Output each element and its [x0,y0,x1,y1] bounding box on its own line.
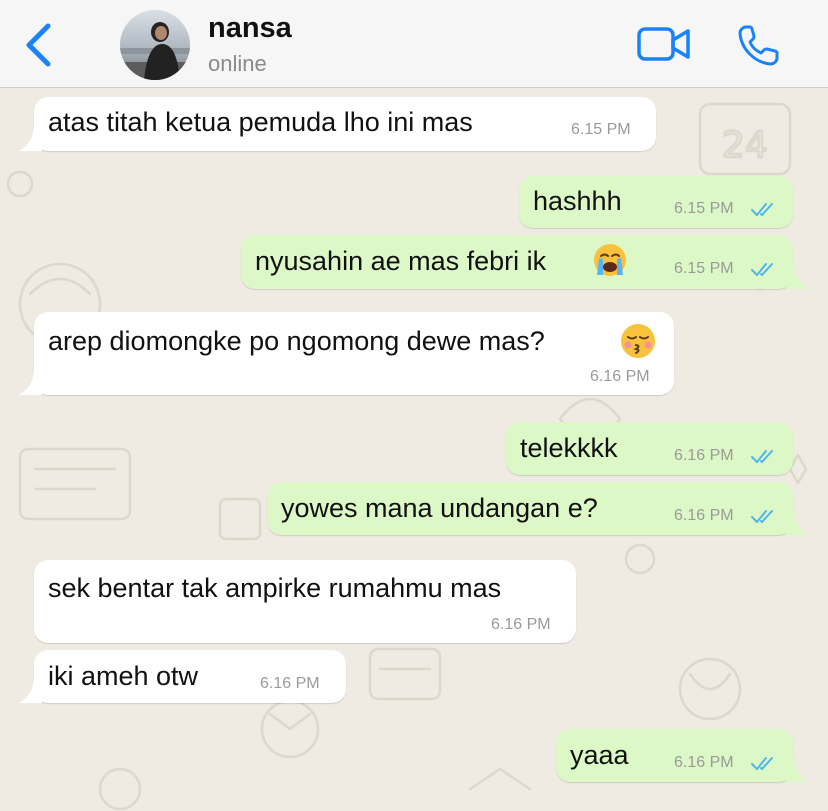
message-time: 6.16 PM [674,754,734,771]
chat-area[interactable]: 24 atas titah ketua pemuda lho ini mas 6… [0,89,828,811]
message-text: atas titah ketua pemuda lho ini mas [48,107,473,137]
read-receipt-icon [751,510,773,523]
message-bubble-outgoing[interactable]: yaaa 6.16 PM [556,729,793,782]
message-text: yaaa [570,740,629,770]
bubble-tail [18,127,42,151]
message-time: 6.16 PM [674,447,734,464]
message-text: hashhh [533,186,622,216]
chat-header: nansa online [0,0,828,88]
chevron-left-icon [26,23,51,67]
message-text: arep diomongke po ngomong dewe mas? [48,326,545,356]
video-camera-icon [637,27,690,61]
read-receipt-icon [751,450,773,463]
message-text: telekkkk [520,433,618,463]
bubble-tail [786,265,810,289]
back-button[interactable] [20,22,60,68]
message-bubble-outgoing[interactable]: hashhh 6.15 PM [519,176,793,228]
message-text: nyusahin ae mas febri ik [255,246,547,276]
message-bubble-incoming[interactable]: iki ameh otw 6.16 PM [34,650,346,703]
read-receipt-icon [751,757,773,770]
message-text: iki ameh otw [48,661,199,691]
kissing-face-icon [621,324,655,358]
message-time: 6.16 PM [674,507,734,524]
message-bubble-outgoing[interactable]: yowes mana undangan e? 6.16 PM [267,482,793,535]
loudly-crying-face-icon [594,244,626,276]
message-time: 6.15 PM [674,260,734,277]
svg-text:24: 24 [722,125,768,166]
bubble-tail [786,758,810,782]
contact-avatar[interactable] [120,10,190,80]
message-time: 6.16 PM [260,675,320,692]
message-text: sek bentar tak ampirke rumahmu mas [48,573,502,603]
voice-call-button[interactable] [736,22,782,68]
message-bubble-incoming[interactable]: atas titah ketua pemuda lho ini mas 6.15… [34,97,656,151]
message-bubble-incoming[interactable]: sek bentar tak ampirke rumahmu mas 6.16 … [34,560,576,643]
read-receipt-icon [751,263,773,276]
video-call-button[interactable] [636,24,692,64]
message-text: yowes mana undangan e? [281,493,598,523]
bubble-tail [786,511,810,535]
contact-status: online [208,51,267,76]
message-time: 6.16 PM [590,368,650,385]
message-bubble-outgoing[interactable]: nyusahin ae mas febri ik 6.15 PM [241,235,793,289]
message-time: 6.16 PM [491,616,551,633]
message-bubble-outgoing[interactable]: telekkkk 6.16 PM [506,422,793,475]
contact-name[interactable]: nansa [208,12,292,45]
bubble-tail [18,371,42,395]
bubble-tail [18,679,42,703]
phone-icon [738,25,779,66]
message-time: 6.15 PM [571,121,631,138]
avatar-photo [120,10,190,80]
message-bubble-incoming[interactable]: arep diomongke po ngomong dewe mas? 6.16… [34,312,674,395]
message-time: 6.15 PM [674,200,734,217]
read-receipt-icon [751,203,773,216]
